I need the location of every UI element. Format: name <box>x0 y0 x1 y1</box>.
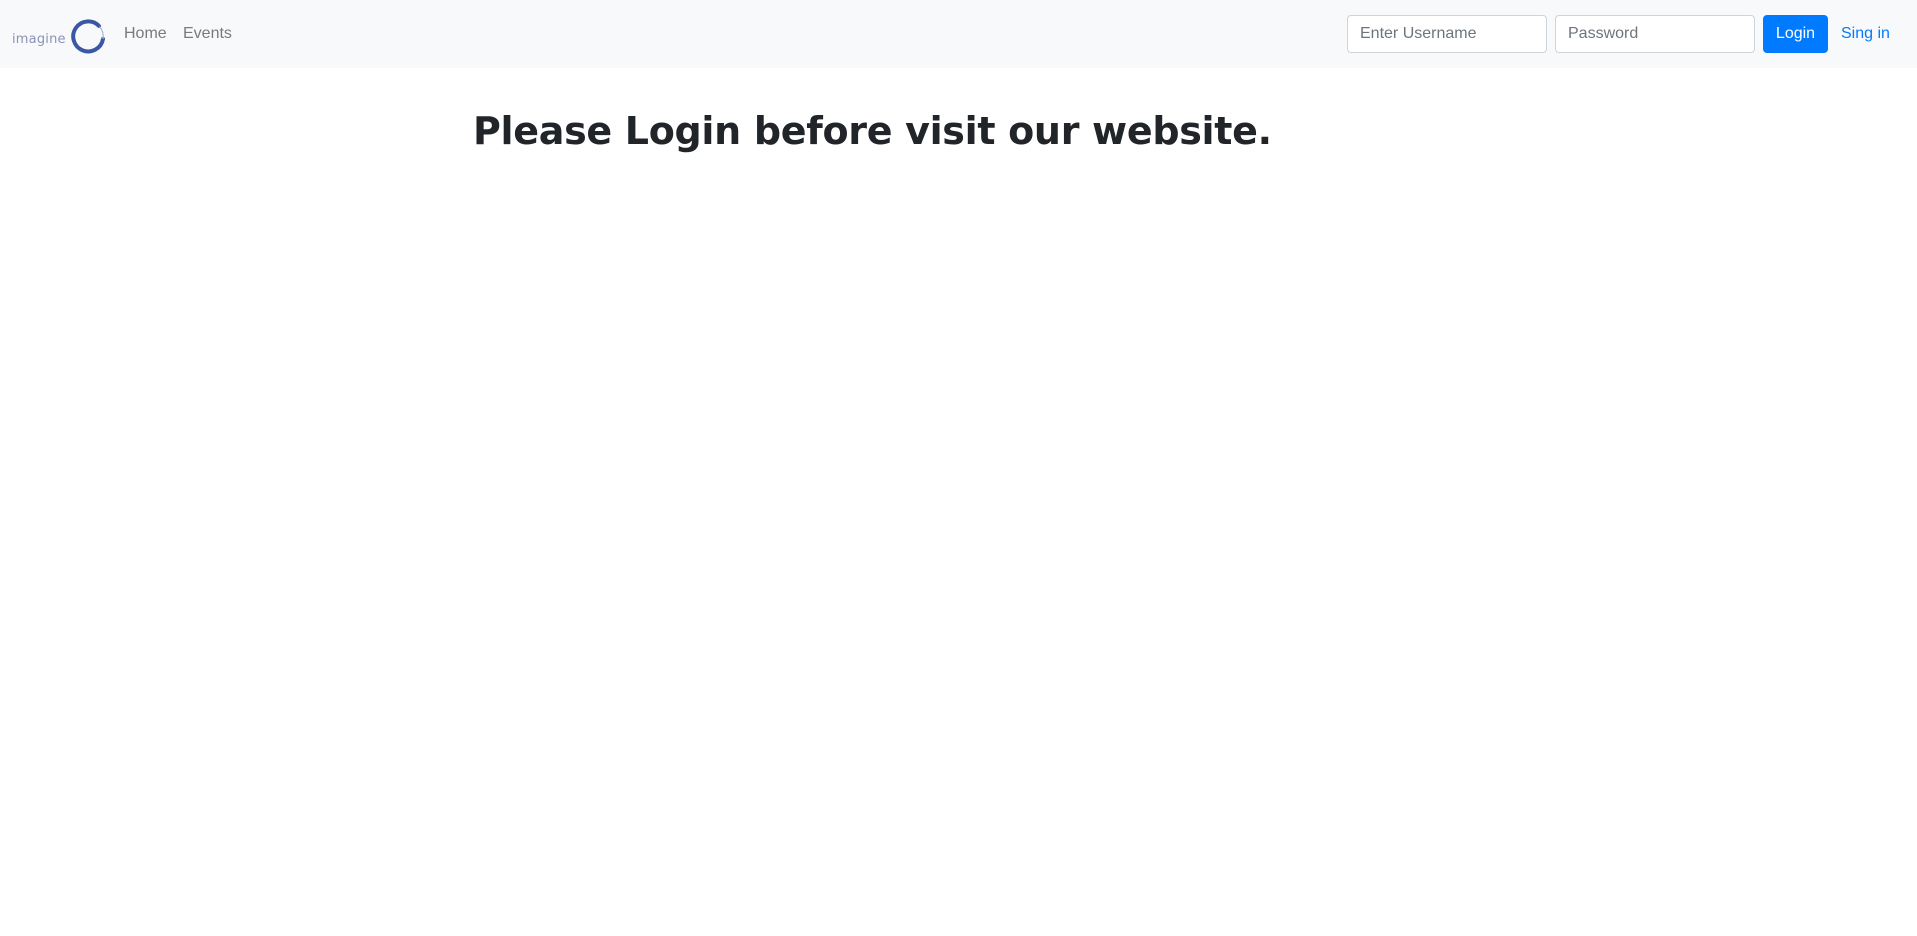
password-input[interactable] <box>1555 15 1755 53</box>
brand-text: imagine <box>12 31 66 47</box>
nav-link-events[interactable]: Events <box>183 24 232 44</box>
page-title: Please Login before visit our website. <box>473 109 1272 153</box>
nav-link-home[interactable]: Home <box>124 24 167 44</box>
ring-logo-icon <box>70 19 105 54</box>
username-input[interactable] <box>1347 15 1547 53</box>
top-navbar: imagine Home Events Login Sing in <box>0 0 1917 68</box>
brand-logo[interactable]: imagine <box>12 17 106 57</box>
login-button[interactable]: Login <box>1763 15 1828 53</box>
signin-link[interactable]: Sing in <box>1841 24 1890 44</box>
